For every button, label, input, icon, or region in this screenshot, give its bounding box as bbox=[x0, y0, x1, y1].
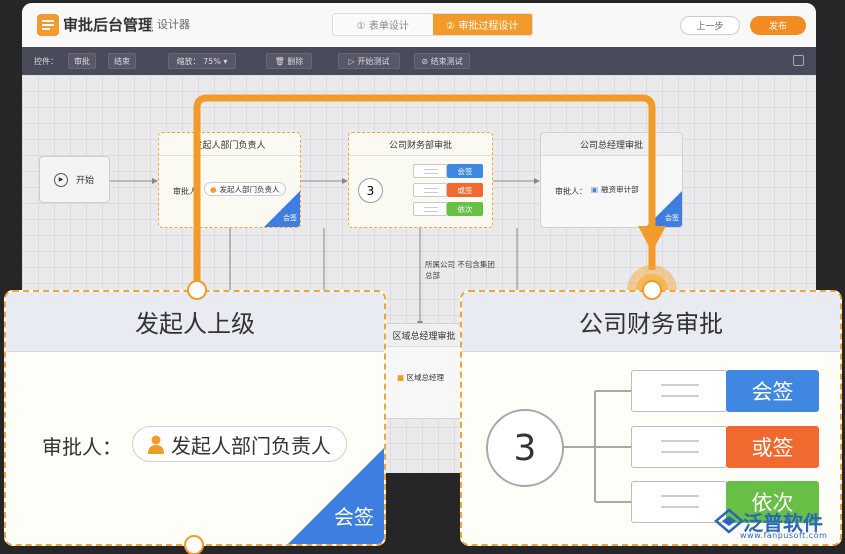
tag-joint-sign[interactable]: 会签 bbox=[726, 370, 819, 412]
placeholder-item bbox=[631, 370, 727, 412]
mode-label: 会签 bbox=[334, 505, 374, 529]
user-icon: ■ bbox=[397, 373, 405, 382]
connector-dot bbox=[187, 280, 207, 300]
approver-pill[interactable]: ▣ 融资审计部 bbox=[586, 182, 644, 196]
start-node-label: 开始 bbox=[76, 176, 95, 186]
node-general-manager[interactable]: 公司总经理审批 审批人： ▣ 融资审计部 会签 bbox=[540, 132, 683, 228]
approver-name-text: 区域总经理 bbox=[406, 373, 444, 382]
placeholder-item bbox=[631, 481, 727, 523]
connector-dot bbox=[642, 280, 662, 300]
user-icon: ● bbox=[210, 184, 217, 194]
user-icon bbox=[148, 435, 164, 454]
placeholder-item bbox=[413, 164, 447, 178]
popup-title: 发起人上级 bbox=[6, 292, 384, 352]
node-title: 公司财务部审批 bbox=[349, 133, 492, 156]
approver-label: 审批人： bbox=[173, 187, 205, 196]
placeholder-item bbox=[631, 426, 727, 468]
node-title: 区域总经理审批 bbox=[385, 324, 463, 347]
node-finance-dept[interactable]: 公司财务部审批 3 会签 或签 依次 bbox=[348, 132, 493, 228]
tag-or-sign[interactable]: 或签 bbox=[726, 426, 819, 468]
node-dept-head[interactable]: 发起人部门负责人 审批人： ● 发起人部门负责人 会签 bbox=[158, 132, 301, 228]
tag-joint-sign[interactable]: 会签 bbox=[447, 164, 483, 178]
tag-sequential[interactable]: 依次 bbox=[447, 202, 483, 216]
placeholder-item bbox=[413, 183, 447, 197]
node-regional-manager[interactable]: 区域总经理审批 ■ 区域总经理 bbox=[384, 323, 464, 419]
mode-label: 会签 bbox=[283, 214, 297, 222]
condition-text: 所属公司 不包含集团总部 bbox=[425, 260, 495, 280]
approver-label: 审批人： bbox=[555, 187, 587, 196]
node-title: 发起人部门负责人 bbox=[159, 133, 300, 156]
connector-dot bbox=[184, 535, 204, 554]
placeholder-item bbox=[413, 202, 447, 216]
start-node[interactable]: ▶ 开始 bbox=[39, 156, 110, 203]
node-title: 公司总经理审批 bbox=[541, 133, 682, 156]
step-count-circle: 3 bbox=[486, 409, 564, 487]
zoom-popup-initiator-superior: 发起人上级 审批人： 发起人部门负责人 会签 bbox=[4, 290, 386, 546]
tag-or-sign[interactable]: 或签 bbox=[447, 183, 483, 197]
building-icon: ▣ bbox=[591, 184, 599, 194]
approver-label: 审批人： bbox=[42, 435, 122, 459]
mode-label: 会签 bbox=[665, 214, 679, 222]
brand-url: www.fanpusoft.com bbox=[740, 531, 828, 540]
approver-name: ■ 区域总经理 bbox=[397, 372, 444, 383]
step-count-circle: 3 bbox=[358, 178, 383, 203]
play-circle-icon: ▶ bbox=[54, 172, 68, 187]
approver-name: 融资审计部 bbox=[601, 184, 639, 194]
